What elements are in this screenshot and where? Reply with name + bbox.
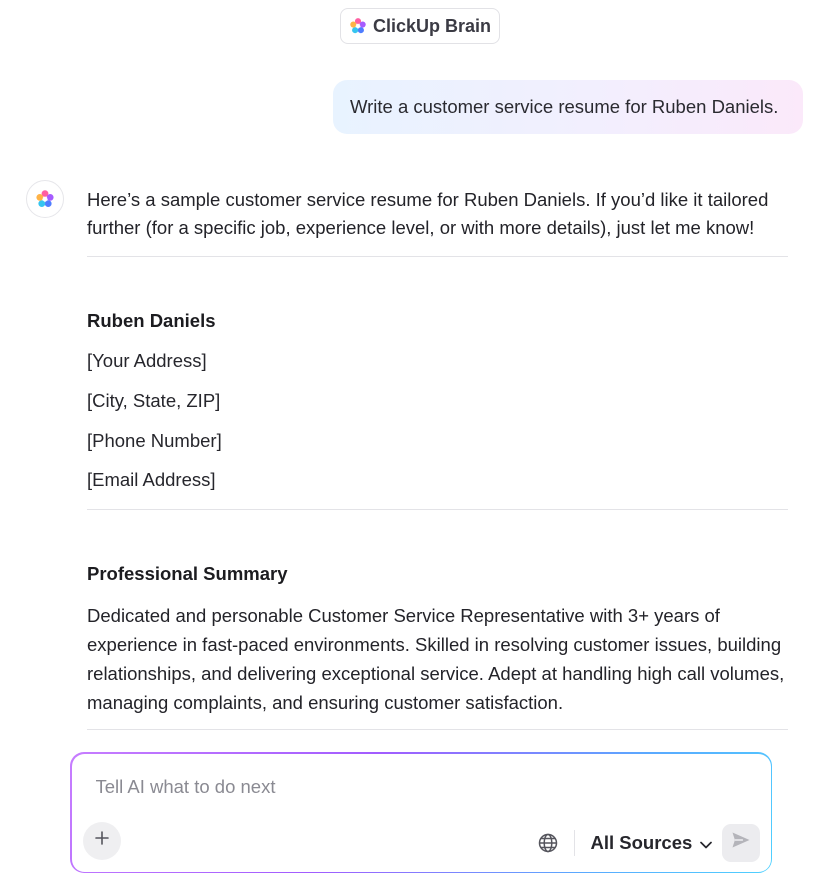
assistant-avatar [26, 180, 64, 218]
send-icon [731, 831, 751, 854]
resume-phone: [Phone Number] [87, 430, 222, 451]
resume-city-state-zip: [City, State, ZIP] [87, 390, 221, 411]
composer: All Sources [70, 752, 772, 873]
globe-icon [537, 833, 559, 858]
divider [87, 509, 788, 510]
divider [87, 729, 788, 730]
resume-email: [Email Address] [87, 469, 216, 490]
resume-name: Ruben Daniels [87, 310, 216, 331]
sources-dropdown[interactable]: All Sources [591, 832, 713, 854]
summary-heading: Professional Summary [87, 563, 288, 584]
sources-label: All Sources [590, 831, 693, 853]
brain-title-pill[interactable]: ClickUp Brain [340, 8, 500, 44]
summary-text: Dedicated and personable Customer Servic… [87, 605, 785, 713]
clickup-brain-logo-icon [349, 17, 367, 35]
plus-icon [94, 830, 110, 851]
divider [87, 256, 788, 257]
user-message-text: Write a customer service resume for Rube… [350, 96, 779, 117]
prompt-input[interactable] [95, 775, 696, 798]
clickup-brain-logo-icon [35, 189, 55, 209]
assistant-intro-text: Here’s a sample customer service resume … [87, 189, 769, 238]
add-button[interactable] [82, 821, 121, 860]
toolbar-separator [573, 829, 575, 856]
user-message-bubble: Write a customer service resume for Rube… [333, 80, 803, 134]
web-search-button[interactable] [537, 832, 559, 854]
chevron-down-icon [700, 832, 713, 854]
brain-title: ClickUp Brain [372, 15, 492, 36]
send-button[interactable] [721, 823, 760, 862]
resume-address: [Your Address] [87, 350, 207, 371]
